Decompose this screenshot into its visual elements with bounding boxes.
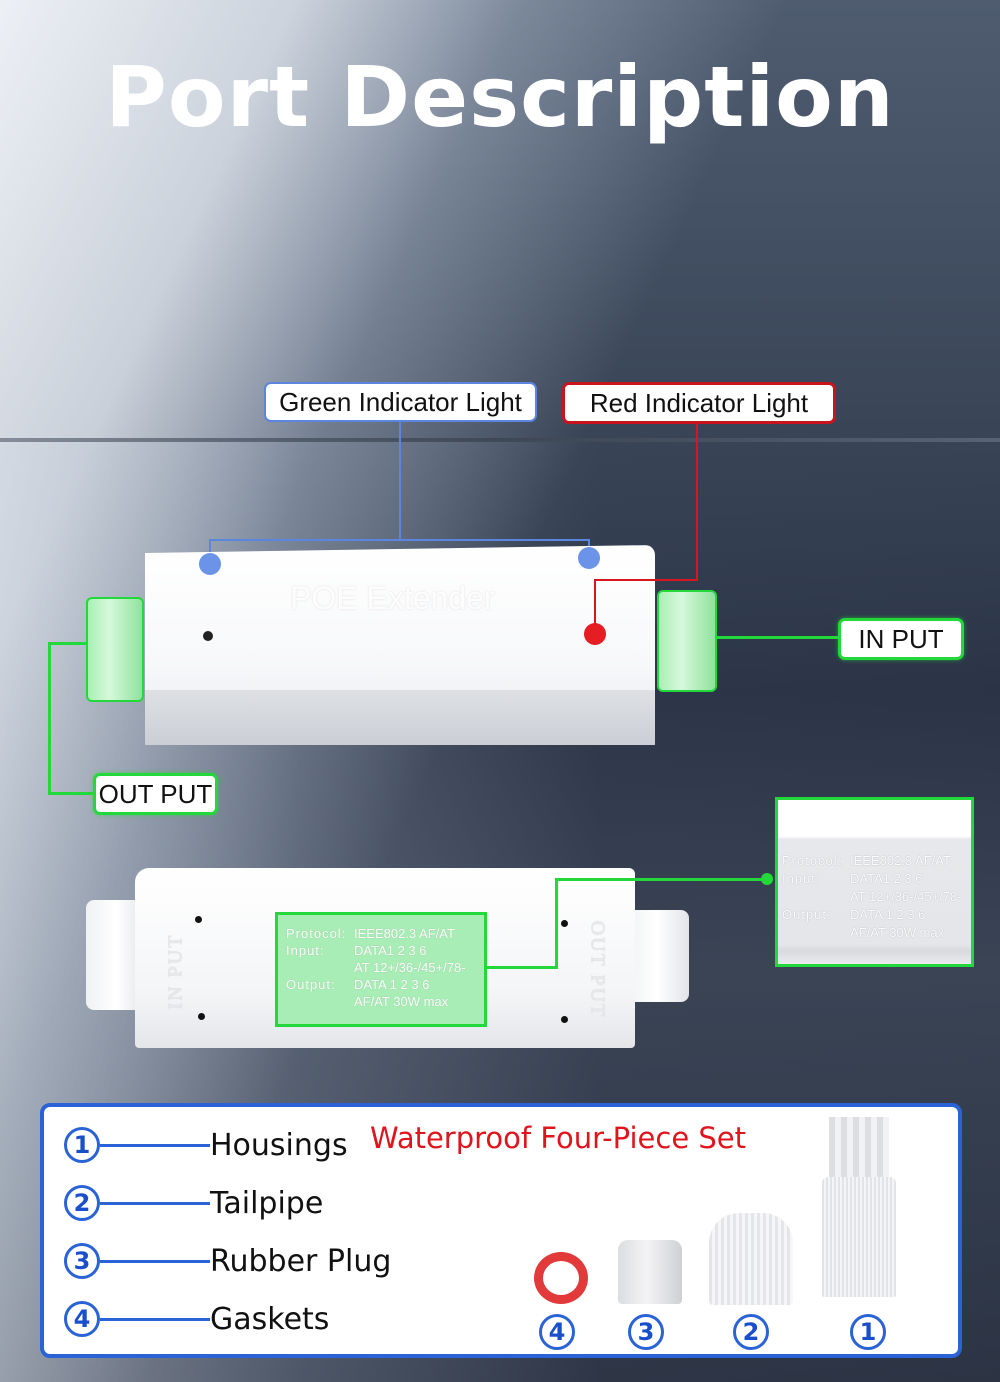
- green-indicator-leader-h: [209, 539, 590, 541]
- output-leader-v: [48, 642, 51, 794]
- spec-input-line2: AT 12+/36-/45+/78-: [354, 960, 466, 975]
- device-output-emboss: OUT PUT: [586, 920, 609, 1019]
- green-indicator-led-icon: [199, 553, 221, 575]
- gasket-ring-icon: [534, 1252, 588, 1304]
- waterproof-set-panel: 1 Housings 2 Tailpipe 3 Rubber Plug 4 Ga…: [40, 1103, 962, 1358]
- housing-icon: [822, 1177, 896, 1297]
- device-input-emboss: IN PUT: [164, 933, 187, 1010]
- green-indicator-label: Green Indicator Light: [264, 382, 537, 422]
- part-leader: [100, 1317, 210, 1321]
- output-leader-h2: [48, 792, 94, 795]
- page-title: Port Description: [105, 48, 895, 146]
- part-name: Housings: [210, 1127, 348, 1163]
- part-number-badge: 3: [64, 1243, 100, 1279]
- spec-input-line1: DATA1 2 3 6: [354, 943, 427, 958]
- output-port-label: OUT PUT: [93, 773, 218, 815]
- input-port-cap: [657, 590, 717, 692]
- spec-output-line1: DATA 1 2 3 6: [354, 977, 430, 992]
- device-shadow: [145, 690, 655, 745]
- spec-protocol-value: IEEE802.3 AF/AT: [354, 926, 455, 941]
- part-number-badge: 1: [64, 1127, 100, 1163]
- set-title: Waterproof Four-Piece Set: [370, 1121, 747, 1155]
- green-indicator-leader: [399, 422, 401, 540]
- spec-input-key: Input:: [286, 943, 325, 958]
- part-name: Gaskets: [210, 1301, 330, 1337]
- tailpipe-icon: [709, 1213, 793, 1305]
- spec-output-line2: AF/AT 30W max: [354, 994, 449, 1009]
- spec-output-key: Output:: [286, 977, 336, 992]
- output-port-cap: [86, 597, 144, 702]
- part-legend-item: 1 Housings: [64, 1125, 348, 1165]
- spec-label-on-device: Protocol: IEEE802.3 AF/AT Input: DATA1 2 3…: [275, 912, 487, 1027]
- part-number-badge: 2: [733, 1314, 769, 1350]
- input-port-label: IN PUT: [838, 618, 964, 660]
- output-leader-h: [48, 642, 88, 645]
- red-indicator-leader-h: [594, 579, 698, 581]
- red-indicator-label: Red Indicator Light: [562, 382, 836, 424]
- part-number-badge: 1: [850, 1314, 886, 1350]
- part-leader: [100, 1259, 210, 1263]
- spec-output-line1: DATA 1 2 3 6: [850, 907, 926, 922]
- red-indicator-led-icon: [584, 623, 606, 645]
- background-horizon: [0, 438, 1000, 442]
- part-number-badge: 3: [628, 1314, 664, 1350]
- red-indicator-leader: [696, 424, 698, 580]
- spec-leader-v: [555, 878, 558, 969]
- spec-input-line1: DATA1 2 3 6: [850, 871, 923, 886]
- input-leader: [717, 636, 839, 639]
- screw-hole-icon: [561, 1016, 568, 1023]
- part-leader: [100, 1143, 210, 1147]
- screw-hole-icon: [195, 916, 202, 923]
- spec-protocol-value: IEEE802.3 AF/AT: [850, 853, 951, 868]
- part-number-badge: 4: [539, 1314, 575, 1350]
- part-legend-item: 2 Tailpipe: [64, 1183, 323, 1223]
- part-number-badge: 2: [64, 1185, 100, 1221]
- spec-protocol-key: Protocol:: [286, 926, 347, 941]
- spec-label-zoom: Protocol: IEEE802.3 AF/AT Input: DATA1 2 3…: [775, 797, 974, 967]
- spec-leader-h2: [555, 878, 769, 881]
- part-leader: [100, 1201, 210, 1205]
- spec-output-key: Output:: [782, 907, 832, 922]
- part-legend-item: 3 Rubber Plug: [64, 1241, 391, 1281]
- screw-hole-icon: [203, 631, 213, 641]
- screw-hole-icon: [561, 920, 568, 927]
- part-number-badge: 4: [64, 1301, 100, 1337]
- rubber-plug-icon: [618, 1240, 682, 1304]
- spec-leader-dot-icon: [761, 873, 773, 885]
- part-name: Tailpipe: [210, 1185, 324, 1221]
- spec-protocol-key: Protocol:: [782, 853, 843, 868]
- spec-input-key: Input:: [782, 871, 821, 886]
- part-legend-item: 4 Gaskets: [64, 1299, 329, 1339]
- green-indicator-led-icon: [578, 547, 600, 569]
- part-name: Rubber Plug: [210, 1243, 392, 1279]
- spec-output-line2: AF/AT 30W max: [850, 925, 945, 940]
- spec-leader-h1: [487, 966, 557, 969]
- spec-input-line2: AT 12+/36-/45+/78-: [850, 889, 962, 904]
- device-emboss-label: POE Extender: [290, 580, 495, 616]
- red-indicator-leader-v: [594, 579, 596, 625]
- screw-hole-icon: [198, 1013, 205, 1020]
